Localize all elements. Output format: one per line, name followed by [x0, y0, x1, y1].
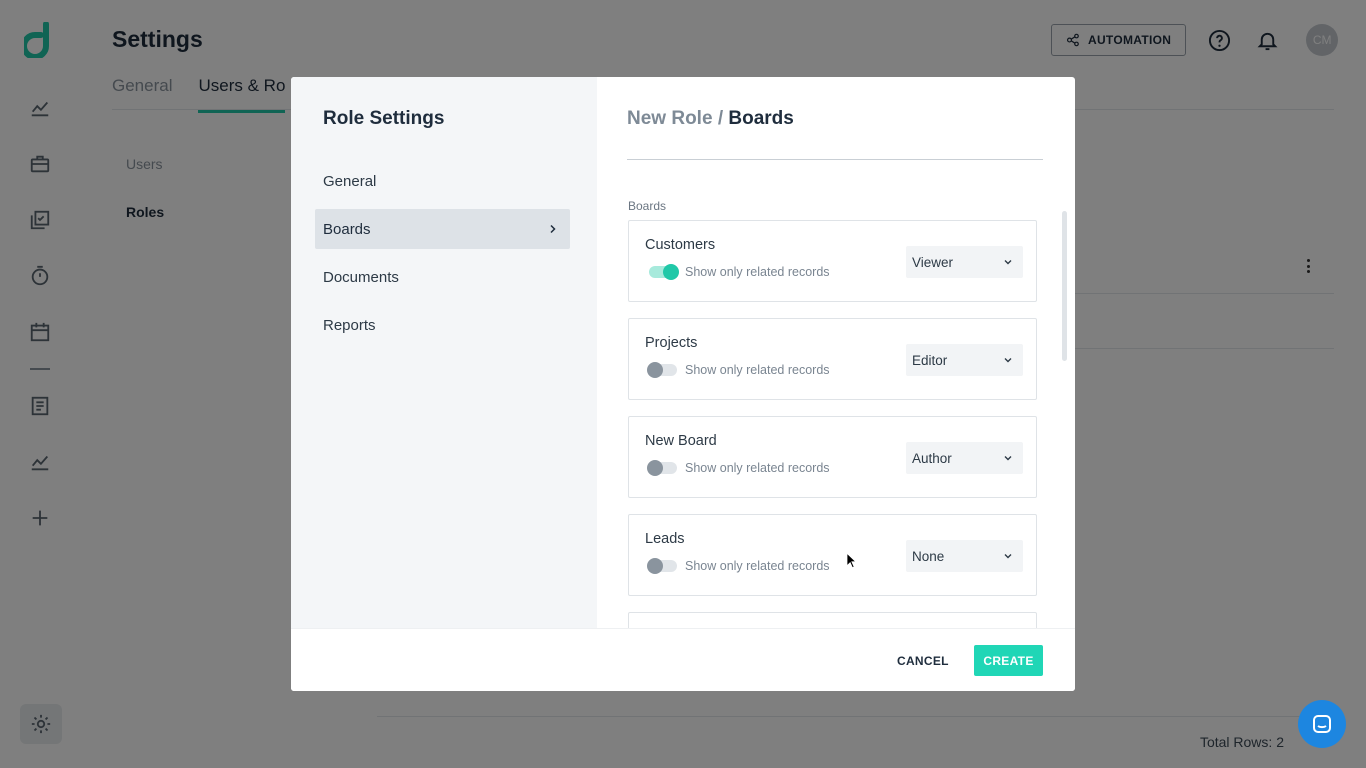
breadcrumb-current: Boards: [728, 108, 794, 129]
cancel-button[interactable]: CANCEL: [887, 646, 959, 676]
role-nav-label: Documents: [323, 268, 399, 286]
chevron-down-icon: [1004, 260, 1012, 265]
role-nav-label: General: [323, 172, 377, 190]
board-name: New Board: [645, 433, 717, 449]
board-card-partial: [628, 612, 1037, 628]
board-card: New Board Show only related records Auth…: [628, 416, 1037, 498]
related-records-toggle-row: Show only related records: [649, 264, 830, 280]
board-role-select[interactable]: Author: [906, 442, 1023, 474]
breadcrumb: New Role / Boards: [627, 108, 794, 130]
board-role-select[interactable]: Viewer: [906, 246, 1023, 278]
role-settings-title: Role Settings: [323, 108, 445, 129]
create-button[interactable]: CREATE: [974, 645, 1043, 676]
boards-section-label: Boards: [628, 199, 667, 213]
board-card: Leads Show only related records None: [628, 514, 1037, 596]
toggle-label: Show only related records: [685, 363, 830, 377]
board-name: Leads: [645, 531, 685, 547]
board-name: Projects: [645, 335, 698, 351]
header-divider: [627, 159, 1043, 160]
related-records-toggle-row: Show only related records: [647, 460, 830, 476]
role-nav-documents[interactable]: Documents: [315, 257, 570, 297]
role-nav-label: Boards: [323, 220, 371, 238]
role-select-value: None: [912, 548, 945, 564]
mouse-cursor-icon: [846, 552, 857, 569]
toggle-label: Show only related records: [685, 461, 830, 475]
chevron-down-icon: [1004, 358, 1012, 363]
role-settings-sidebar: Role Settings General Boards Documents R…: [291, 77, 597, 628]
chevron-down-icon: [1004, 554, 1012, 559]
modal-footer: CANCEL CREATE: [291, 628, 1075, 691]
breadcrumb-separator: /: [717, 108, 724, 129]
toggle-label: Show only related records: [685, 559, 830, 573]
scrollbar[interactable]: [1062, 211, 1067, 361]
breadcrumb-parent[interactable]: New Role: [627, 108, 713, 129]
related-records-toggle[interactable]: [647, 558, 677, 574]
boards-list: Customers Show only related records View…: [628, 220, 1038, 628]
related-records-toggle[interactable]: [647, 362, 677, 378]
board-role-select[interactable]: Editor: [906, 344, 1023, 376]
board-role-select[interactable]: None: [906, 540, 1023, 572]
toggle-label: Show only related records: [685, 265, 830, 279]
role-settings-modal: Role Settings General Boards Documents R…: [291, 77, 1075, 691]
related-records-toggle-row: Show only related records: [647, 362, 830, 378]
role-select-value: Author: [912, 450, 952, 466]
related-records-toggle[interactable]: [649, 264, 679, 280]
role-nav-label: Reports: [323, 316, 376, 334]
chevron-right-icon: [550, 224, 556, 234]
related-records-toggle[interactable]: [647, 460, 677, 476]
board-card: Projects Show only related records Edito…: [628, 318, 1037, 400]
chevron-down-icon: [1004, 456, 1012, 461]
chat-icon: [1313, 715, 1331, 733]
role-nav-boards[interactable]: Boards: [315, 209, 570, 249]
related-records-toggle-row: Show only related records: [647, 558, 830, 574]
role-settings-nav: General Boards Documents Reports: [315, 161, 570, 353]
boards-panel: New Role / Boards Boards Customers Show …: [597, 77, 1075, 628]
chat-support-button[interactable]: [1298, 700, 1346, 748]
role-nav-reports[interactable]: Reports: [315, 305, 570, 345]
role-nav-general[interactable]: General: [315, 161, 570, 201]
board-name: Customers: [645, 237, 716, 253]
role-select-value: Editor: [912, 352, 948, 368]
role-select-value: Viewer: [912, 254, 954, 270]
board-card: Customers Show only related records View…: [628, 220, 1037, 302]
